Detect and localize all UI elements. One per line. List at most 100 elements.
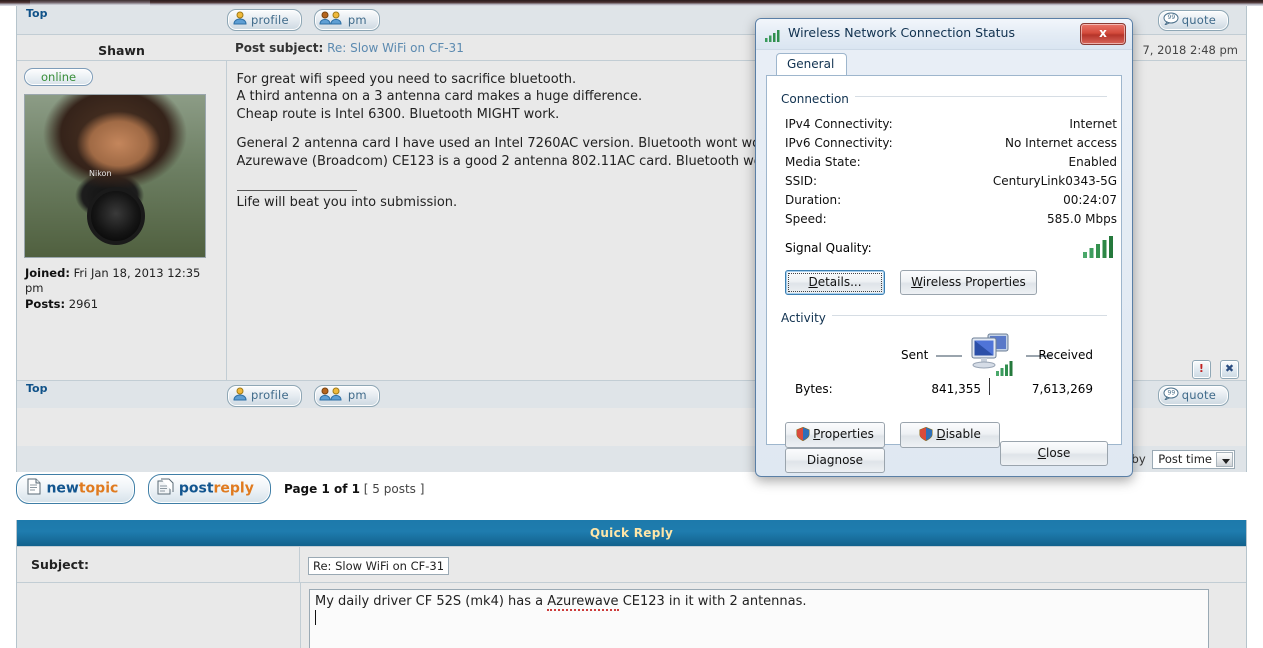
- network-computers-icon: [966, 328, 1022, 382]
- media-state-value: Enabled: [1068, 155, 1118, 169]
- svg-text:99: 99: [1167, 390, 1175, 397]
- activity-group: Activity: [781, 307, 1107, 326]
- post-author-name: Shawn: [98, 42, 145, 58]
- received-label: Received: [1038, 348, 1093, 362]
- dialog-tab-strip: General: [766, 53, 1122, 75]
- general-tab-panel: Connection IPv4 Connectivity: Internet I…: [766, 75, 1122, 473]
- tab-general[interactable]: General: [776, 53, 848, 75]
- quick-reply-header: Quick Reply: [17, 520, 1246, 546]
- close-button-row: Close: [1000, 441, 1118, 466]
- screen: Top profile pm 99 quote Shawn Post subje…: [0, 0, 1263, 648]
- close-icon[interactable]: x: [1080, 23, 1126, 45]
- user-icon: [232, 387, 248, 404]
- ipv6-row: IPv6 Connectivity: No Internet access: [785, 134, 1117, 153]
- avatar-camera-lens: [87, 186, 145, 245]
- activity-divider: [989, 378, 990, 395]
- activity-stats: Sent Received Bytes: 841,355 7,613,269: [781, 326, 1107, 418]
- signal-quality-row: Signal Quality:: [785, 236, 1117, 258]
- details-button-underline: D: [808, 275, 818, 289]
- post-reply-label-1: post: [178, 480, 214, 497]
- post-author-panel: online Nikon Joined: Fri Jan 18, 2013 12…: [17, 60, 227, 380]
- post-reply-button[interactable]: postreply: [148, 474, 271, 504]
- connection-group-title: Connection: [781, 92, 855, 106]
- close-button-label: lose: [1046, 446, 1071, 460]
- post-subject-link[interactable]: Re: Slow WiFi on CF-31: [327, 41, 464, 55]
- svg-text:99: 99: [1167, 14, 1175, 21]
- posts-value: 2961: [68, 296, 99, 311]
- quick-reply-message-textarea[interactable]: My daily driver CF 52S (mk4) has a Azure…: [309, 589, 1209, 648]
- details-button[interactable]: Details...: [785, 270, 885, 295]
- report-post-icon[interactable]: !: [1191, 359, 1211, 379]
- joined-label: Joined:: [25, 265, 70, 280]
- duration-value: 00:24:07: [1063, 193, 1117, 207]
- profile-button-bottom[interactable]: profile: [227, 384, 302, 407]
- quote-button-label: quote: [1181, 12, 1216, 27]
- speed-value: 585.0 Mbps: [1046, 212, 1117, 226]
- user-icon: [232, 11, 248, 28]
- quick-reply-subject-row: Subject: Re: Slow WiFi on CF-31: [17, 546, 1246, 582]
- two-users-icon: [319, 11, 345, 28]
- ipv6-value: No Internet access: [1004, 136, 1117, 150]
- post-subject-label: Post subject:: [235, 40, 324, 55]
- wifi-signal-icon: [765, 27, 783, 42]
- avatar-camera-brand: Nikon: [89, 168, 112, 178]
- top-link[interactable]: Top: [18, 7, 225, 20]
- topic-action-bar: newtopic postreply Page 1 of 1 [ 5 posts…: [16, 472, 1247, 512]
- quote-button[interactable]: 99 quote: [1157, 9, 1229, 31]
- wireless-properties-label: ireless Properties: [922, 275, 1026, 289]
- top-anchor-cell: Top: [17, 6, 226, 34]
- bytes-label: Bytes:: [795, 382, 833, 396]
- sort-by-select[interactable]: Post time: [1152, 450, 1235, 469]
- message-text-misspelled: Azurewave: [547, 594, 619, 611]
- quick-reply-message-label-cell: [17, 583, 301, 648]
- bytes-received-value: 7,613,269: [1031, 382, 1093, 396]
- duration-row: Duration: 00:24:07: [785, 191, 1117, 210]
- new-topic-label-2: topic: [78, 480, 119, 497]
- wireless-status-dialog: Wireless Network Connection Status x Gen…: [755, 18, 1133, 477]
- post-count-text: [ 5 posts ]: [363, 482, 425, 496]
- quick-reply-subject-input[interactable]: Re: Slow WiFi on CF-31: [308, 557, 450, 575]
- message-text-pre: My daily driver CF 52S (mk4) has a: [315, 594, 548, 609]
- quick-reply-message-row: My daily driver CF 52S (mk4) has a Azure…: [17, 582, 1246, 648]
- profile-button[interactable]: profile: [227, 9, 302, 31]
- media-state-row: Media State: Enabled: [785, 153, 1117, 172]
- new-topic-button[interactable]: newtopic: [16, 474, 136, 504]
- sent-label: Sent: [901, 348, 929, 362]
- delete-post-icon[interactable]: ✖: [1220, 359, 1239, 379]
- quote-bubble-icon: 99: [1163, 387, 1179, 403]
- quote-button-label: quote: [1181, 388, 1216, 402]
- avatar: Nikon: [24, 93, 206, 258]
- signal-quality-label: Signal Quality:: [785, 241, 872, 255]
- pm-button[interactable]: pm: [313, 9, 380, 31]
- moderation-icons: ! ✖: [1128, 62, 1246, 379]
- quote-bubble-icon: 99: [1163, 12, 1179, 28]
- bytes-sent-value: 841,355: [931, 382, 981, 396]
- quote-button-bottom[interactable]: 99 quote: [1157, 385, 1229, 406]
- duration-label: Duration:: [785, 193, 842, 207]
- ssid-value: CenturyLink0343-5G: [992, 174, 1117, 188]
- sort-by-value: Post time: [1158, 452, 1212, 466]
- ipv4-value: Internet: [1069, 117, 1117, 131]
- wireless-properties-button[interactable]: Wireless Properties: [900, 270, 1037, 295]
- quote-cell: 99 quote: [1126, 380, 1246, 408]
- speed-label: Speed:: [785, 212, 827, 226]
- chevron-down-icon: [1216, 452, 1233, 467]
- quick-reply-subject-field-cell: Re: Slow WiFi on CF-31: [300, 547, 1246, 582]
- text-caret: [315, 610, 316, 625]
- pagination-info: Page 1 of 1 [ 5 posts ]: [284, 482, 424, 496]
- top-link-bottom[interactable]: Top: [18, 382, 225, 395]
- ipv6-label: IPv6 Connectivity:: [785, 136, 893, 150]
- wireless-properties-underline: W: [911, 275, 923, 289]
- close-button-underline: C: [1037, 446, 1047, 460]
- document-icon: [25, 478, 42, 499]
- dialog-title-text: Wireless Network Connection Status: [788, 25, 1015, 40]
- sent-dash: [936, 355, 962, 357]
- activity-group-title: Activity: [781, 311, 832, 325]
- post-reply-label-2: reply: [213, 480, 254, 497]
- close-button[interactable]: Close: [1000, 441, 1108, 466]
- pm-button-bottom[interactable]: pm: [313, 384, 380, 407]
- message-text-post: CE123 in it with 2 antennas.: [618, 594, 807, 609]
- dialog-title-bar[interactable]: Wireless Network Connection Status x: [756, 19, 1132, 50]
- speed-row: Speed: 585.0 Mbps: [785, 210, 1117, 229]
- post-date: 7, 2018 2:48 pm: [1142, 42, 1238, 57]
